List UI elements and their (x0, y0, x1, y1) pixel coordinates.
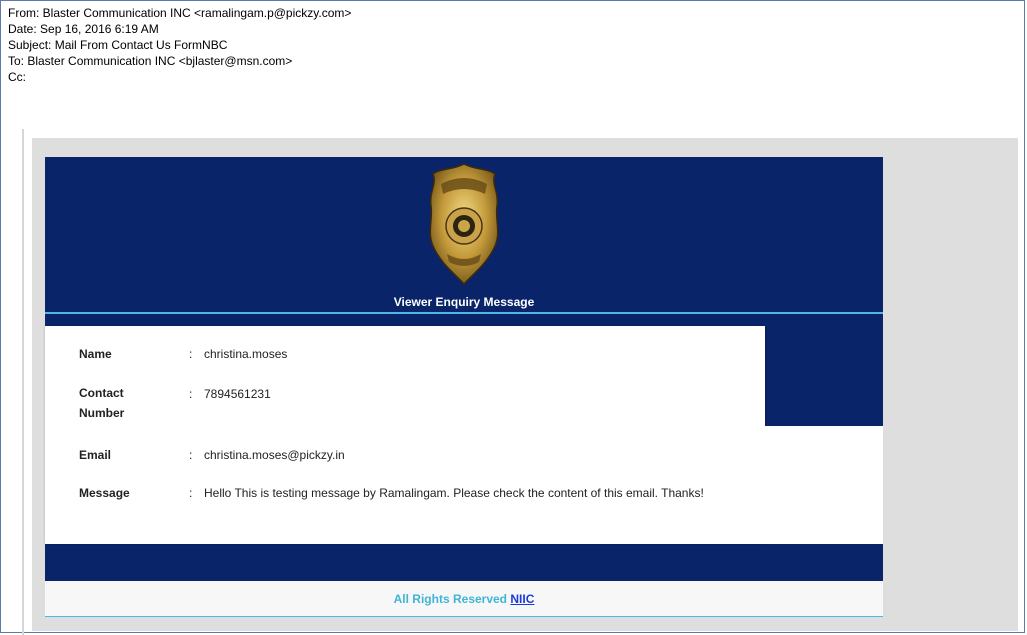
from-line: From: Blaster Communication INC <ramalin… (8, 6, 352, 20)
to-line: To: Blaster Communication INC <bjlaster@… (8, 54, 293, 68)
card-title: Viewer Enquiry Message (393, 295, 535, 309)
footer-text: All Rights Reserved NIIC (45, 592, 883, 606)
field-separator: : (189, 347, 193, 361)
field-separator: : (189, 387, 193, 401)
copyright-text: All Rights Reserved (393, 592, 508, 606)
card-right-strip (765, 426, 883, 544)
field-value[interactable]: christina.moses@pickzy.in (204, 444, 744, 466)
police-badge-icon (423, 160, 505, 293)
niic-link[interactable]: NIIC (510, 592, 534, 606)
field-label: Message (79, 486, 130, 500)
field-label: Email (79, 448, 112, 462)
field-separator: : (189, 486, 193, 500)
field-separator: : (189, 448, 193, 462)
field-label: Contact Number (79, 386, 125, 420)
accent-divider (45, 312, 883, 314)
cc-line: Cc: (8, 70, 26, 84)
field-value: Hello This is testing message by Ramalin… (204, 486, 704, 500)
email-headers: From: Blaster Communication INC <ramalin… (8, 5, 351, 85)
date-line: Date: Sep 16, 2016 6:19 AM (8, 22, 159, 36)
field-value: christina.moses (204, 347, 288, 361)
footer: All Rights Reserved NIIC (45, 581, 883, 617)
quote-bar (22, 129, 24, 635)
field-value: 7894561231 (204, 387, 271, 401)
field-label: Name (79, 347, 112, 361)
enquiry-details-card: Name : christina.moses Contact Number : … (45, 326, 765, 544)
subject-line: Subject: Mail From Contact Us FormNBC (8, 38, 228, 52)
